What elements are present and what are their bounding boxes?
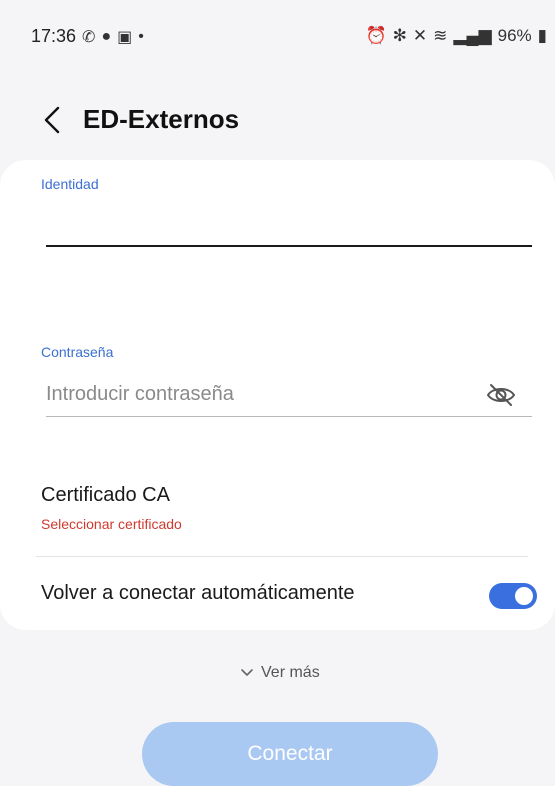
identity-input[interactable] [46,205,532,247]
mute-icon: ✕ [412,26,428,45]
password-input[interactable] [46,374,476,414]
battery-level: 96% [497,26,532,45]
chevron-left-icon [44,106,60,134]
battery-icon: ▮ [537,26,547,45]
wifi-icon: ≋ [433,26,448,45]
notification-dot-icon: • [138,27,144,45]
signal-icon: ▂▄▆ [453,26,492,45]
auto-reconnect-row: Volver a conectar automáticamente [0,572,555,620]
see-more-label: Ver más [261,664,320,681]
identity-label: Identidad [41,176,99,192]
bluetooth-icon: ✻ [392,26,407,45]
divider [36,556,528,557]
chevron-down-icon [241,669,253,676]
ca-certificate-row[interactable]: Certificado CA Seleccionar certificado [0,476,555,546]
password-underline [46,416,532,417]
gallery-icon: ▣ [117,28,133,46]
whatsapp-icon: ✆ [82,28,96,46]
ca-certificate-action: Seleccionar certificado [41,516,182,532]
status-time-group: 17:36 ✆ ● ▣ • [31,26,144,47]
header: ED-Externos [0,90,555,150]
see-more-button[interactable]: Ver más [240,660,320,686]
auto-reconnect-label: Volver a conectar automáticamente [41,582,355,604]
page-title: ED-Externos [83,104,240,134]
eye-off-icon [486,384,516,406]
status-time: 17:36 [31,26,77,46]
auto-reconnect-toggle[interactable] [489,583,537,609]
ca-certificate-title: Certificado CA [41,484,170,506]
chat-bubble-icon: ● [101,27,112,45]
connect-button[interactable]: Conectar [142,722,438,786]
password-visibility-toggle[interactable] [485,380,517,410]
status-indicators: ⏰ ✻ ✕ ≋ ▂▄▆ 96% ▮ [365,26,547,46]
alarm-icon: ⏰ [365,26,387,45]
back-button[interactable] [36,100,72,140]
toggle-knob [515,587,533,605]
status-bar: 17:36 ✆ ● ▣ • ⏰ ✻ ✕ ≋ ▂▄▆ 96% ▮ [0,0,555,80]
password-label: Contraseña [41,344,114,360]
